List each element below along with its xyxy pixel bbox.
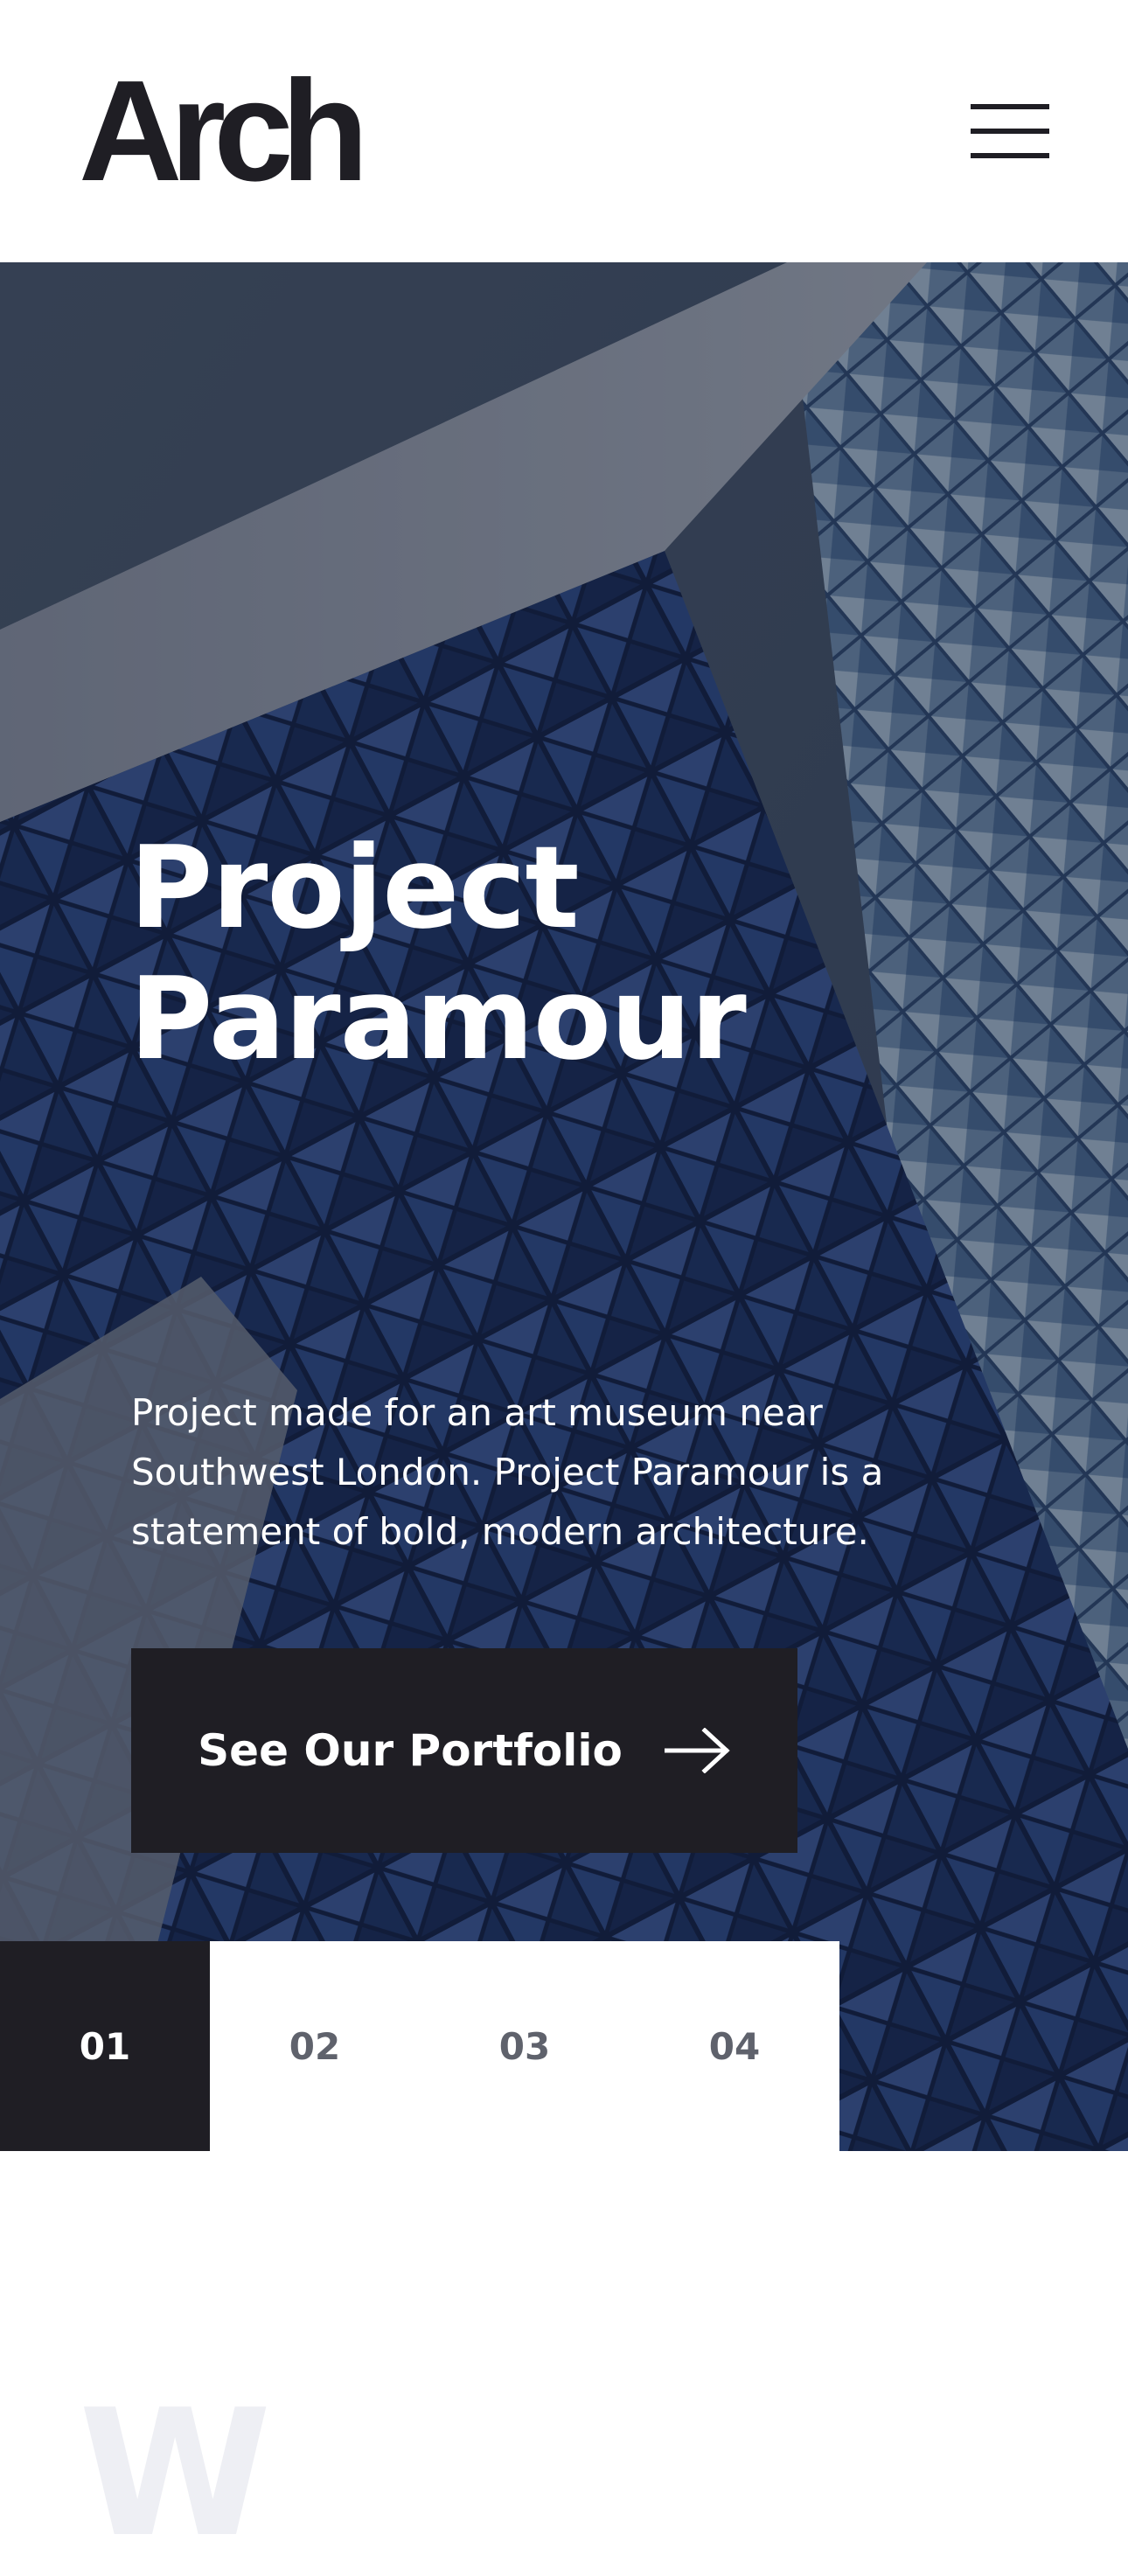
menu-line — [971, 129, 1049, 134]
pagination-item-02[interactable]: 02 — [210, 1941, 420, 2151]
see-portfolio-button[interactable]: See Our Portfolio — [131, 1648, 797, 1853]
pagination-item-01[interactable]: 01 — [0, 1941, 210, 2151]
pagination-item-03[interactable]: 03 — [420, 1941, 630, 2151]
hero-title: Project Paramour — [129, 822, 1004, 1084]
hero-section: Project Paramour Project made for an art… — [0, 262, 1128, 2151]
hero-title-line: Paramour — [129, 952, 747, 1085]
see-portfolio-label: See Our Portfolio — [198, 1725, 623, 1776]
pagination-item-04[interactable]: 04 — [630, 1941, 839, 2151]
menu-line — [971, 104, 1049, 109]
hamburger-icon[interactable] — [964, 96, 1049, 163]
next-section-heading: W — [79, 2372, 272, 2576]
logo[interactable]: Arch — [79, 59, 369, 203]
hero-description: Project made for an art museum near Sout… — [131, 1391, 884, 1553]
arrow-right-icon — [664, 1728, 730, 1773]
menu-line — [971, 153, 1049, 158]
hero-overlay — [0, 262, 1128, 2151]
slide-pagination: 01 02 03 04 — [0, 1941, 839, 2151]
site-header: Arch — [0, 0, 1128, 262]
hero-title-line: Project — [129, 821, 580, 954]
